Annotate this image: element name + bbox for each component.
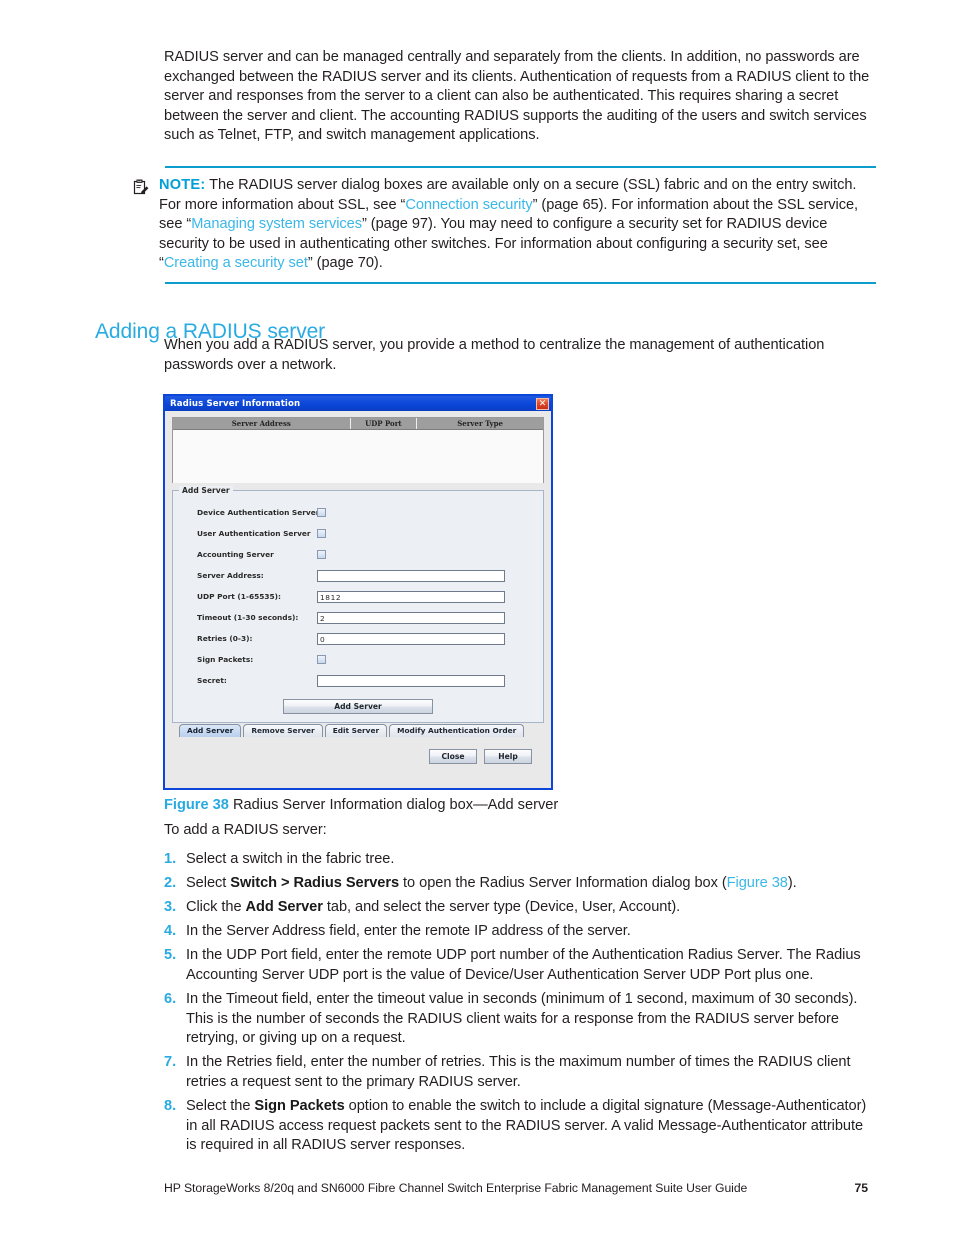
dialog-footer: Close Help [172,737,544,764]
step-text: Select the Sign Packets option to enable… [186,1098,867,1154]
tab-edit-server[interactable]: Edit Server [324,724,388,737]
procedure-steps: 1. Select a switch in the fabric tree. 2. S… [164,850,876,1160]
document-page: RADIUS server and can be managed central… [0,0,954,1235]
procedure-step: 6. In the Timeout field, enter the timeou… [164,990,876,1049]
step-text: In the UDP Port field, enter the remote … [186,947,861,983]
tab-remove-server[interactable]: Remove Server [243,724,323,737]
step-number: 5. [164,947,177,964]
label-retries: Retries (0-3): [197,634,253,643]
label-sign-packets: Sign Packets: [197,655,254,664]
note-admonition: NOTE: The RADIUS server dialog boxes are… [133,166,876,284]
field-secret: Secret: [181,670,535,691]
column-header-server-type[interactable]: Server Type [417,418,543,429]
field-accounting-server: Accounting Server [181,544,535,565]
tab-modify-authentication-order[interactable]: Modify Authentication Order [389,724,525,737]
link-managing-system-services[interactable]: Managing system services [191,216,362,232]
procedure-step: 1. Select a switch in the fabric tree. [164,850,876,870]
figure-caption: Figure 38 Radius Server Information dial… [164,795,558,815]
checkbox-user-authentication-server[interactable] [317,529,326,538]
footer-page-number: 75 [854,1181,868,1195]
field-sign-packets: Sign Packets: [181,649,535,670]
checkbox-accounting-server[interactable] [317,550,326,559]
procedure-step: 3. Click the Add Server tab, and select t… [164,898,876,918]
step-text: In the Retries field, enter the number o… [186,1054,851,1090]
table-body-empty[interactable] [173,430,543,483]
section-intro-paragraph: When you add a RADIUS server, you provid… [164,337,825,373]
close-button[interactable]: Close [429,749,477,764]
step-number: 1. [164,851,177,867]
procedure-step: 4. In the Server Address field, enter the… [164,922,876,942]
procedure-step: 8. Select the Sign Packets option to enab… [164,1097,876,1156]
procedure-step: 7. In the Retries field, enter the number… [164,1053,876,1092]
close-icon[interactable]: ✕ [536,397,549,410]
page-footer: HP StorageWorks 8/20q and SN6000 Fibre C… [164,1181,876,1195]
step-text: Select a switch in the fabric tree. [186,851,395,867]
column-header-server-address[interactable]: Server Address [173,418,351,429]
step-number: 2. [164,875,177,892]
step-text: In the Timeout field, enter the timeout … [186,991,858,1047]
link-creating-a-security-set[interactable]: Creating a security set [164,255,308,271]
checkbox-sign-packets[interactable] [317,655,326,664]
radius-server-information-dialog: Radius Server Information ✕ Server Addre… [163,394,553,790]
procedure-step: 2. Select Switch > Radius Servers to open… [164,874,876,894]
add-server-group: Add Server Device Authentication Server … [172,486,544,723]
footer-document-title: HP StorageWorks 8/20q and SN6000 Fibre C… [164,1181,748,1195]
figure-caption-text: Radius Server Information dialog box—Add… [232,797,559,813]
server-list-table: Server Address UDP Port Server Type [172,417,544,483]
server-address-input[interactable] [317,569,505,582]
label-timeout: Timeout (1-30 seconds): [197,613,299,622]
step-text: In the Server Address field, enter the r… [186,923,631,940]
link-connection-security[interactable]: Connection security [405,197,532,213]
intro-paragraph: RADIUS server and can be managed central… [164,49,870,144]
step-number: 7. [164,1054,177,1071]
field-device-authentication-server: Device Authentication Server [181,502,535,523]
udp-port-input[interactable]: 1812 [317,590,505,603]
step-number: 4. [164,923,177,940]
timeout-input[interactable]: 2 [317,611,505,624]
dialog-client-area: Server Address UDP Port Server Type Add … [165,411,551,764]
label-accounting-server: Accounting Server [197,550,274,559]
note-bottom-rule [165,281,876,284]
tab-add-server[interactable]: Add Server [179,724,242,737]
field-timeout: Timeout (1-30 seconds): 2 [181,607,535,628]
note-label: NOTE: [159,177,206,193]
field-retries: Retries (0-3): 0 [181,628,535,649]
table-header-row: Server Address UDP Port Server Type [173,418,543,430]
step-text: Click the Add Server tab, and select the… [186,899,681,916]
dialog-titlebar: Radius Server Information ✕ [165,396,551,411]
label-server-address: Server Address: [197,571,264,580]
step-text: Select Switch > Radius Servers to open t… [186,875,797,892]
help-button[interactable]: Help [484,749,532,764]
label-secret: Secret: [197,676,227,685]
procedure-lead-in: To add a RADIUS server: [164,822,327,838]
field-server-address: Server Address: [181,565,535,586]
add-server-submit-button[interactable]: Add Server [283,699,433,714]
field-udp-port: UDP Port (1-65535): 1812 [181,586,535,607]
note-text: NOTE: The RADIUS server dialog boxes are… [159,176,876,274]
procedure-step: 5. In the UDP Port field, enter the remot… [164,946,876,985]
dialog-title: Radius Server Information [170,398,301,409]
secret-input[interactable] [317,674,505,687]
dialog-tab-strip: Add Server Remove Server Edit Server Mod… [179,723,537,737]
step-number: 3. [164,899,177,916]
label-device-authentication-server: Device Authentication Server [197,508,320,517]
add-server-group-legend: Add Server [179,486,233,495]
figure-number: Figure 38 [164,797,229,813]
retries-input[interactable]: 0 [317,632,505,645]
field-user-authentication-server: User Authentication Server [181,523,535,544]
step-number: 8. [164,1098,177,1115]
label-user-authentication-server: User Authentication Server [197,529,311,538]
note-clipboard-pencil-icon [133,176,159,200]
checkbox-device-authentication-server[interactable] [317,508,326,517]
note-sentence-4: ” (page 70). [307,255,383,272]
step-number: 6. [164,991,177,1008]
column-header-udp-port[interactable]: UDP Port [351,418,418,429]
label-udp-port: UDP Port (1-65535): [197,592,282,601]
